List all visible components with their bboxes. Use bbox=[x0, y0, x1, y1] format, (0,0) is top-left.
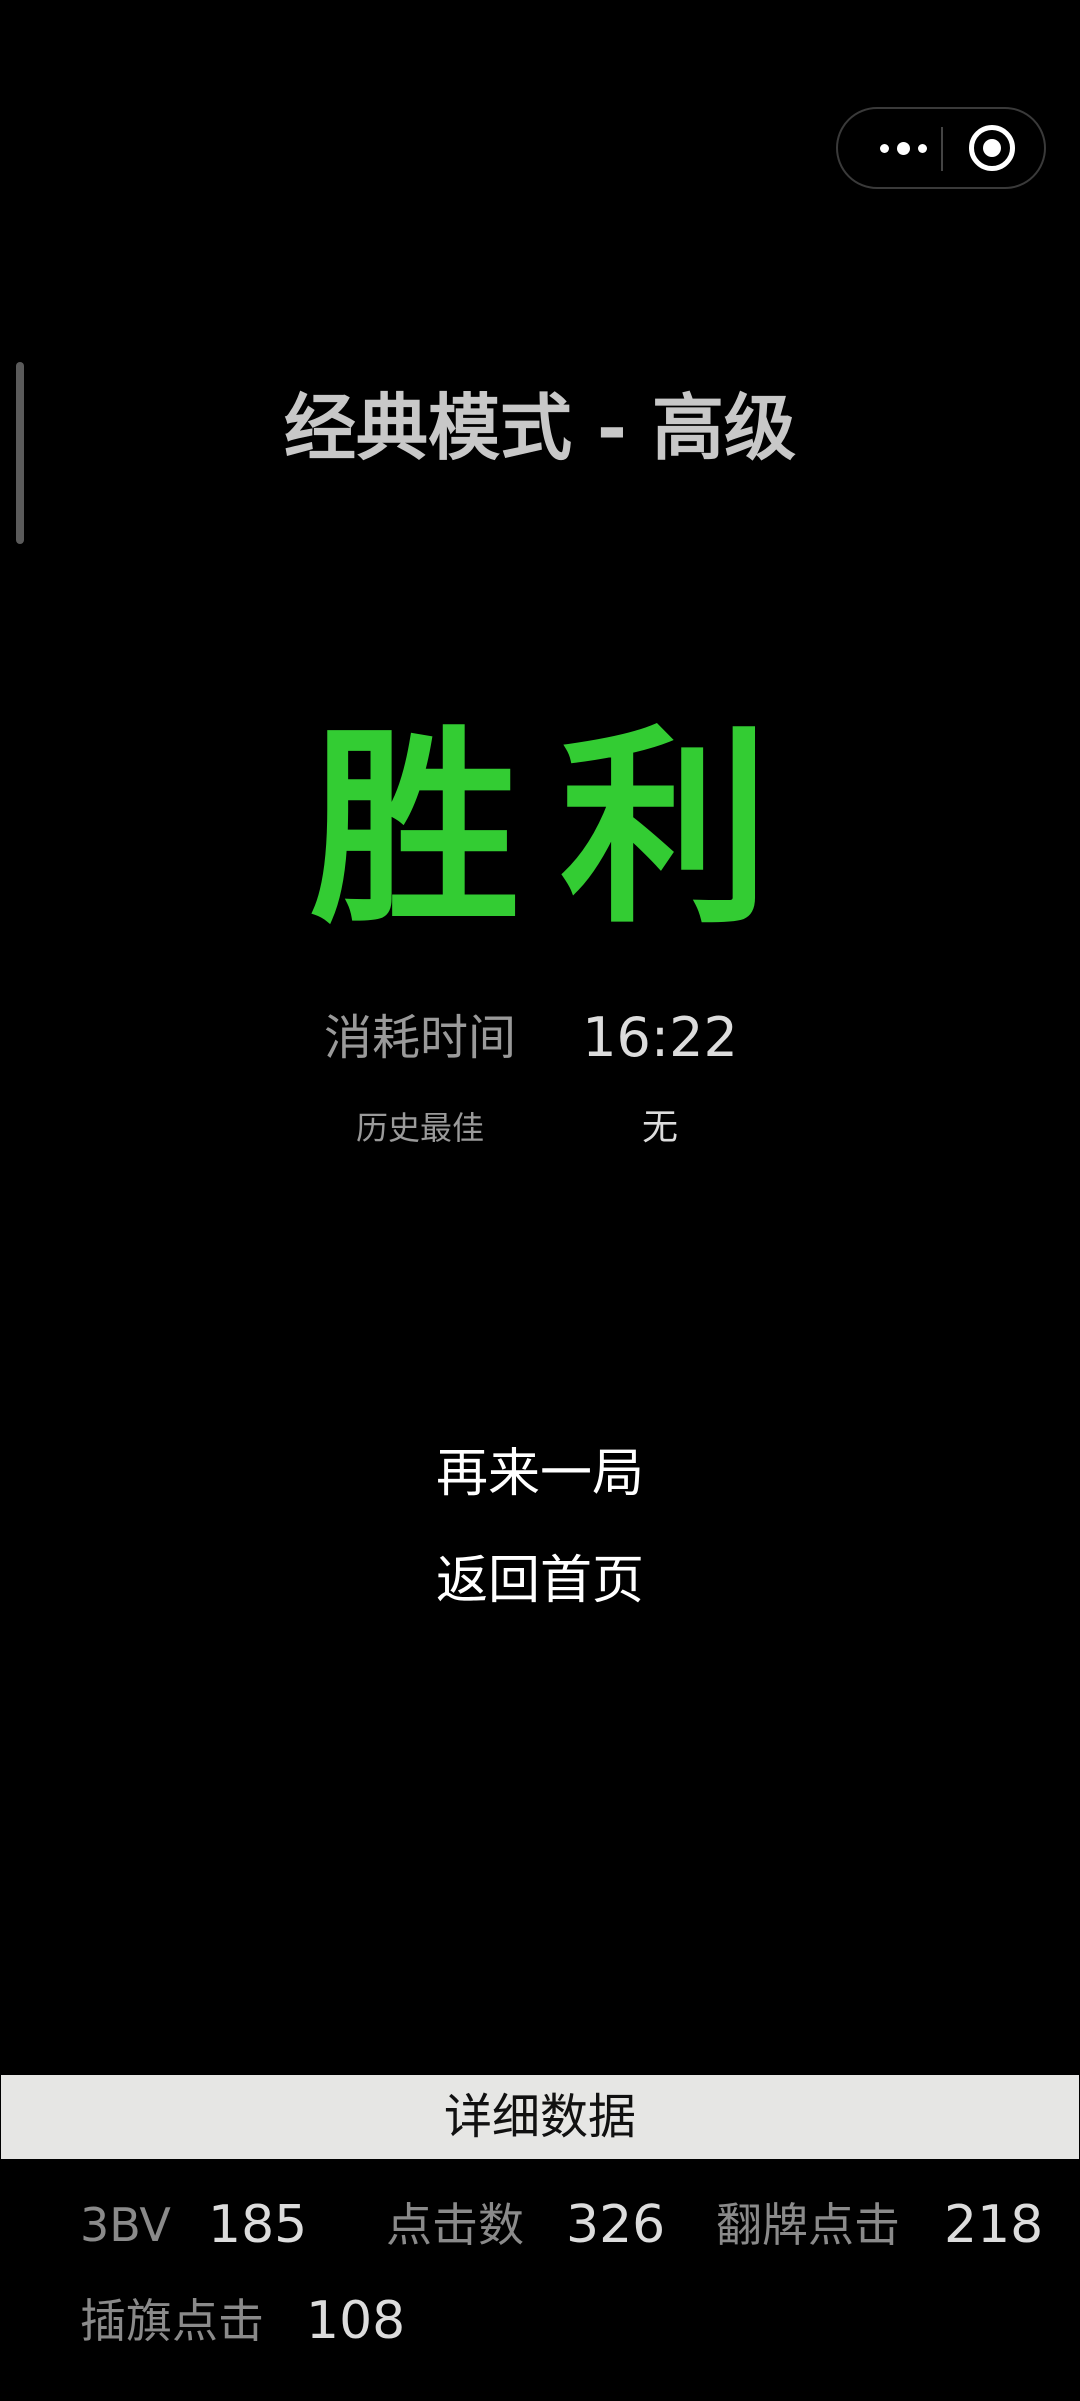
capsule-divider bbox=[941, 127, 943, 171]
best-record-label: 历史最佳 bbox=[355, 1109, 484, 1147]
back-home-button[interactable]: 返回首页 bbox=[390, 1541, 690, 1621]
detail-3bv-label: 3BV bbox=[80, 2198, 171, 2252]
detail-flag-clicks: 插旗点击 108 bbox=[80, 2281, 420, 2361]
best-record-value: 无 bbox=[641, 1107, 678, 1148]
elapsed-time-label: 消耗时间 bbox=[323, 1010, 516, 1066]
close-target-icon[interactable] bbox=[969, 125, 1015, 171]
elapsed-time-value: 16:22 bbox=[582, 1006, 738, 1069]
detail-flag-clicks-value: 108 bbox=[306, 2291, 406, 2351]
result-text: 胜利 bbox=[309, 707, 810, 952]
detail-open-clicks-label: 翻牌点击 bbox=[716, 2198, 900, 2252]
best-record-row: 历史最佳 无 bbox=[0, 1100, 1080, 1156]
play-again-button[interactable]: 再来一局 bbox=[390, 1434, 690, 1514]
detail-clicks: 点击数 326 bbox=[386, 2185, 706, 2265]
more-icon[interactable] bbox=[868, 109, 938, 187]
detail-flag-clicks-label: 插旗点击 bbox=[80, 2294, 264, 2348]
page-title: 经典模式 - 高级 bbox=[283, 386, 797, 470]
detail-clicks-value: 326 bbox=[566, 2195, 666, 2255]
details-header[interactable]: 详细数据 bbox=[1, 2075, 1079, 2159]
detail-3bv: 3BV 185 bbox=[80, 2185, 340, 2265]
detail-open-clicks: 翻牌点击 218 bbox=[716, 2185, 1056, 2265]
detail-clicks-label: 点击数 bbox=[386, 2198, 524, 2252]
elapsed-time-row: 消耗时间 16:22 bbox=[0, 998, 1080, 1078]
detail-open-clicks-value: 218 bbox=[944, 2195, 1044, 2255]
mini-program-capsule bbox=[836, 107, 1046, 189]
detail-3bv-value: 185 bbox=[208, 2195, 308, 2255]
